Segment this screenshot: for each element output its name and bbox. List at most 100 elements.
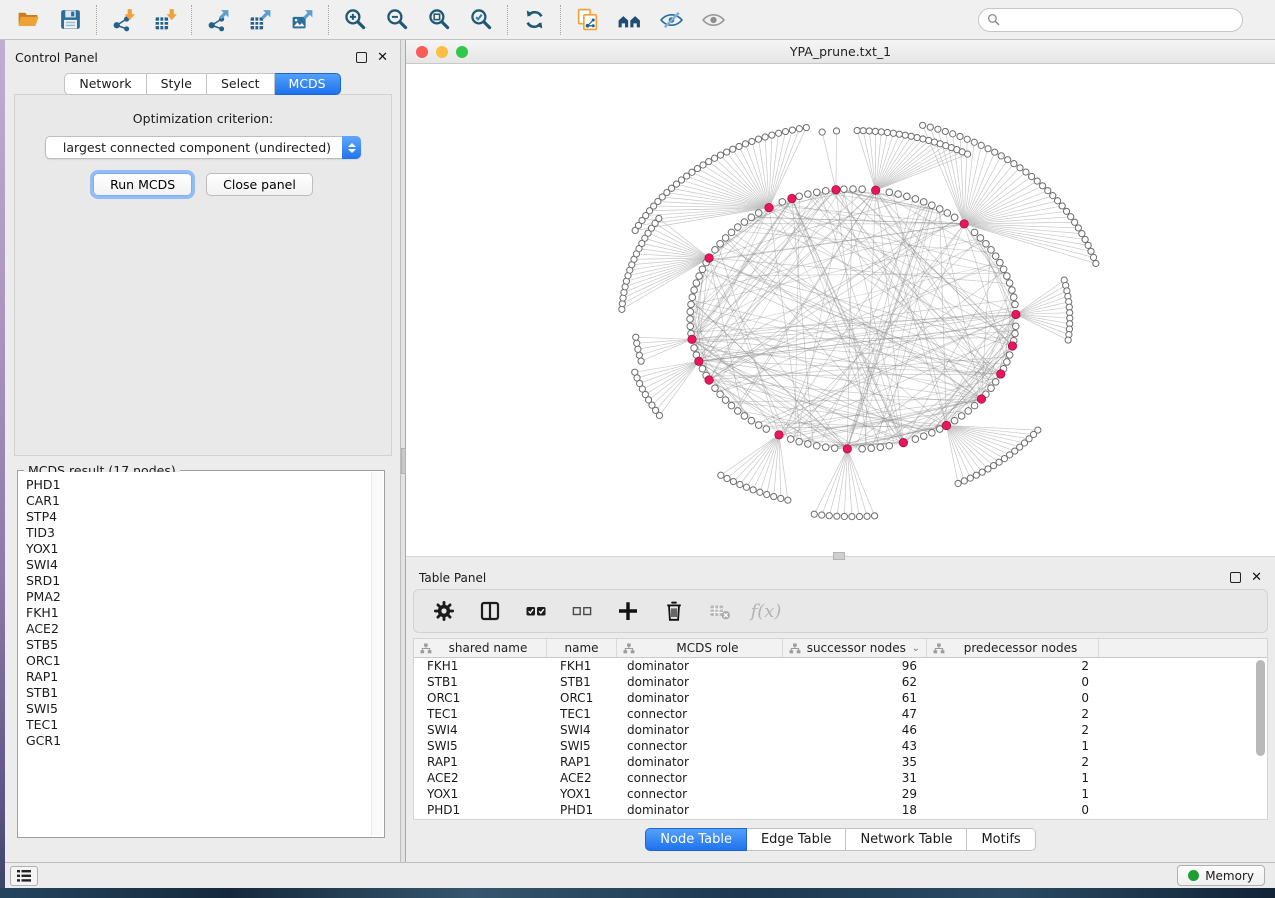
network-leaf-node[interactable] (776, 130, 782, 136)
network-leaf-node[interactable] (706, 158, 712, 164)
splitter-grip[interactable] (833, 552, 845, 560)
network-node[interactable] (805, 191, 812, 198)
network-leaf-node[interactable] (819, 129, 825, 135)
network-node[interactable] (841, 186, 848, 193)
mcds-hub-node[interactable] (765, 203, 773, 211)
network-leaf-node[interactable] (878, 129, 884, 135)
network-leaf-node[interactable] (1050, 193, 1056, 199)
export-table-button[interactable] (242, 5, 278, 35)
network-node[interactable] (748, 214, 755, 221)
delete-column-button[interactable] (660, 597, 688, 625)
network-leaf-node[interactable] (920, 136, 926, 142)
network-node[interactable] (712, 385, 719, 392)
network-node[interactable] (813, 189, 820, 196)
first-neighbors-button[interactable] (611, 5, 647, 35)
table-row[interactable]: FKH1FKH1dominator962 (414, 658, 1267, 674)
save-session-button[interactable] (52, 5, 88, 35)
network-leaf-node[interactable] (957, 133, 963, 139)
network-leaf-node[interactable] (902, 132, 908, 138)
mcds-hub-node[interactable] (832, 186, 840, 194)
mcds-result-item[interactable]: ACE2 (26, 621, 383, 637)
network-node[interactable] (988, 385, 995, 392)
mcds-result-item[interactable]: TEC1 (26, 717, 383, 733)
network-node[interactable] (755, 422, 762, 429)
tab-style[interactable]: Style (147, 73, 207, 95)
table-settings-button[interactable] (430, 597, 458, 625)
mcds-hub-node[interactable] (1012, 310, 1020, 318)
list-scrollbar[interactable] (371, 472, 383, 836)
mcds-hub-node[interactable] (977, 395, 985, 403)
network-node[interactable] (936, 206, 943, 213)
network-node[interactable] (1012, 323, 1019, 330)
mcds-result-item[interactable]: CAR1 (26, 493, 383, 509)
search-input[interactable] (1006, 13, 1234, 27)
network-leaf-node[interactable] (926, 137, 932, 143)
network-leaf-node[interactable] (1023, 169, 1029, 175)
network-node[interactable] (717, 391, 724, 398)
network-node[interactable] (734, 224, 741, 231)
network-node[interactable] (886, 442, 893, 449)
search-field[interactable] (978, 8, 1243, 32)
network-leaf-node[interactable] (950, 131, 956, 137)
network-node[interactable] (920, 199, 927, 206)
network-node[interactable] (755, 210, 762, 217)
column-header-name[interactable]: name (547, 639, 617, 657)
network-leaf-node[interactable] (1085, 242, 1091, 248)
network-leaf-node[interactable] (755, 136, 761, 142)
network-leaf-node[interactable] (920, 122, 926, 128)
deselect-all-columns-button[interactable] (568, 597, 596, 625)
network-leaf-node[interactable] (749, 138, 755, 144)
import-table-button[interactable] (147, 5, 183, 35)
memory-button[interactable]: Memory (1177, 865, 1265, 886)
mcds-hub-node[interactable] (942, 421, 950, 429)
mcds-hub-node[interactable] (688, 335, 696, 343)
network-node[interactable] (992, 379, 999, 386)
network-node[interactable] (1012, 330, 1019, 337)
network-node[interactable] (831, 445, 838, 452)
network-leaf-node[interactable] (1088, 248, 1094, 254)
mcds-result-item[interactable]: PMA2 (26, 589, 383, 605)
network-node[interactable] (822, 444, 829, 451)
network-node[interactable] (929, 202, 936, 209)
network-leaf-node[interactable] (973, 472, 979, 478)
tab-network-table[interactable]: Network Table (846, 828, 967, 851)
network-leaf-node[interactable] (1079, 231, 1085, 237)
zoom-out-button[interactable] (379, 5, 415, 35)
run-mcds-button[interactable]: Run MCDS (93, 173, 192, 196)
network-node[interactable] (859, 445, 866, 452)
network-leaf-node[interactable] (964, 151, 970, 157)
network-leaf-node[interactable] (764, 491, 770, 497)
network-leaf-node[interactable] (638, 358, 644, 364)
network-leaf-node[interactable] (1059, 203, 1065, 209)
zoom-selected-button[interactable] (463, 5, 499, 35)
network-leaf-node[interactable] (872, 128, 878, 134)
network-node[interactable] (904, 193, 911, 200)
network-node[interactable] (912, 436, 919, 443)
mcds-result-item[interactable]: STP4 (26, 509, 383, 525)
zoom-in-button[interactable] (337, 5, 373, 35)
network-node[interactable] (951, 417, 958, 424)
mcds-hub-node[interactable] (960, 220, 968, 228)
export-image-button[interactable] (284, 5, 320, 35)
network-leaf-node[interactable] (656, 215, 662, 221)
network-node[interactable] (1004, 359, 1011, 366)
network-node[interactable] (787, 436, 794, 443)
network-node[interactable] (958, 413, 965, 420)
network-leaf-node[interactable] (834, 513, 840, 519)
mcds-result-item[interactable]: TID3 (26, 525, 383, 541)
network-node[interactable] (886, 189, 893, 196)
network-leaf-node[interactable] (724, 475, 730, 481)
network-leaf-node[interactable] (1063, 208, 1069, 214)
mcds-result-item[interactable]: ORC1 (26, 653, 383, 669)
network-node[interactable] (728, 402, 735, 409)
table-row[interactable]: SWI4SWI4dominator462 (414, 722, 1267, 738)
mcds-hub-node[interactable] (775, 431, 783, 439)
close-panel-icon[interactable]: ✕ (377, 52, 388, 63)
network-leaf-node[interactable] (833, 128, 839, 134)
network-node[interactable] (1006, 352, 1013, 359)
network-node[interactable] (1009, 287, 1016, 294)
network-leaf-node[interactable] (1082, 236, 1088, 242)
network-leaf-node[interactable] (689, 169, 695, 175)
close-panel-icon[interactable]: ✕ (1251, 572, 1262, 583)
network-node[interactable] (992, 253, 999, 260)
